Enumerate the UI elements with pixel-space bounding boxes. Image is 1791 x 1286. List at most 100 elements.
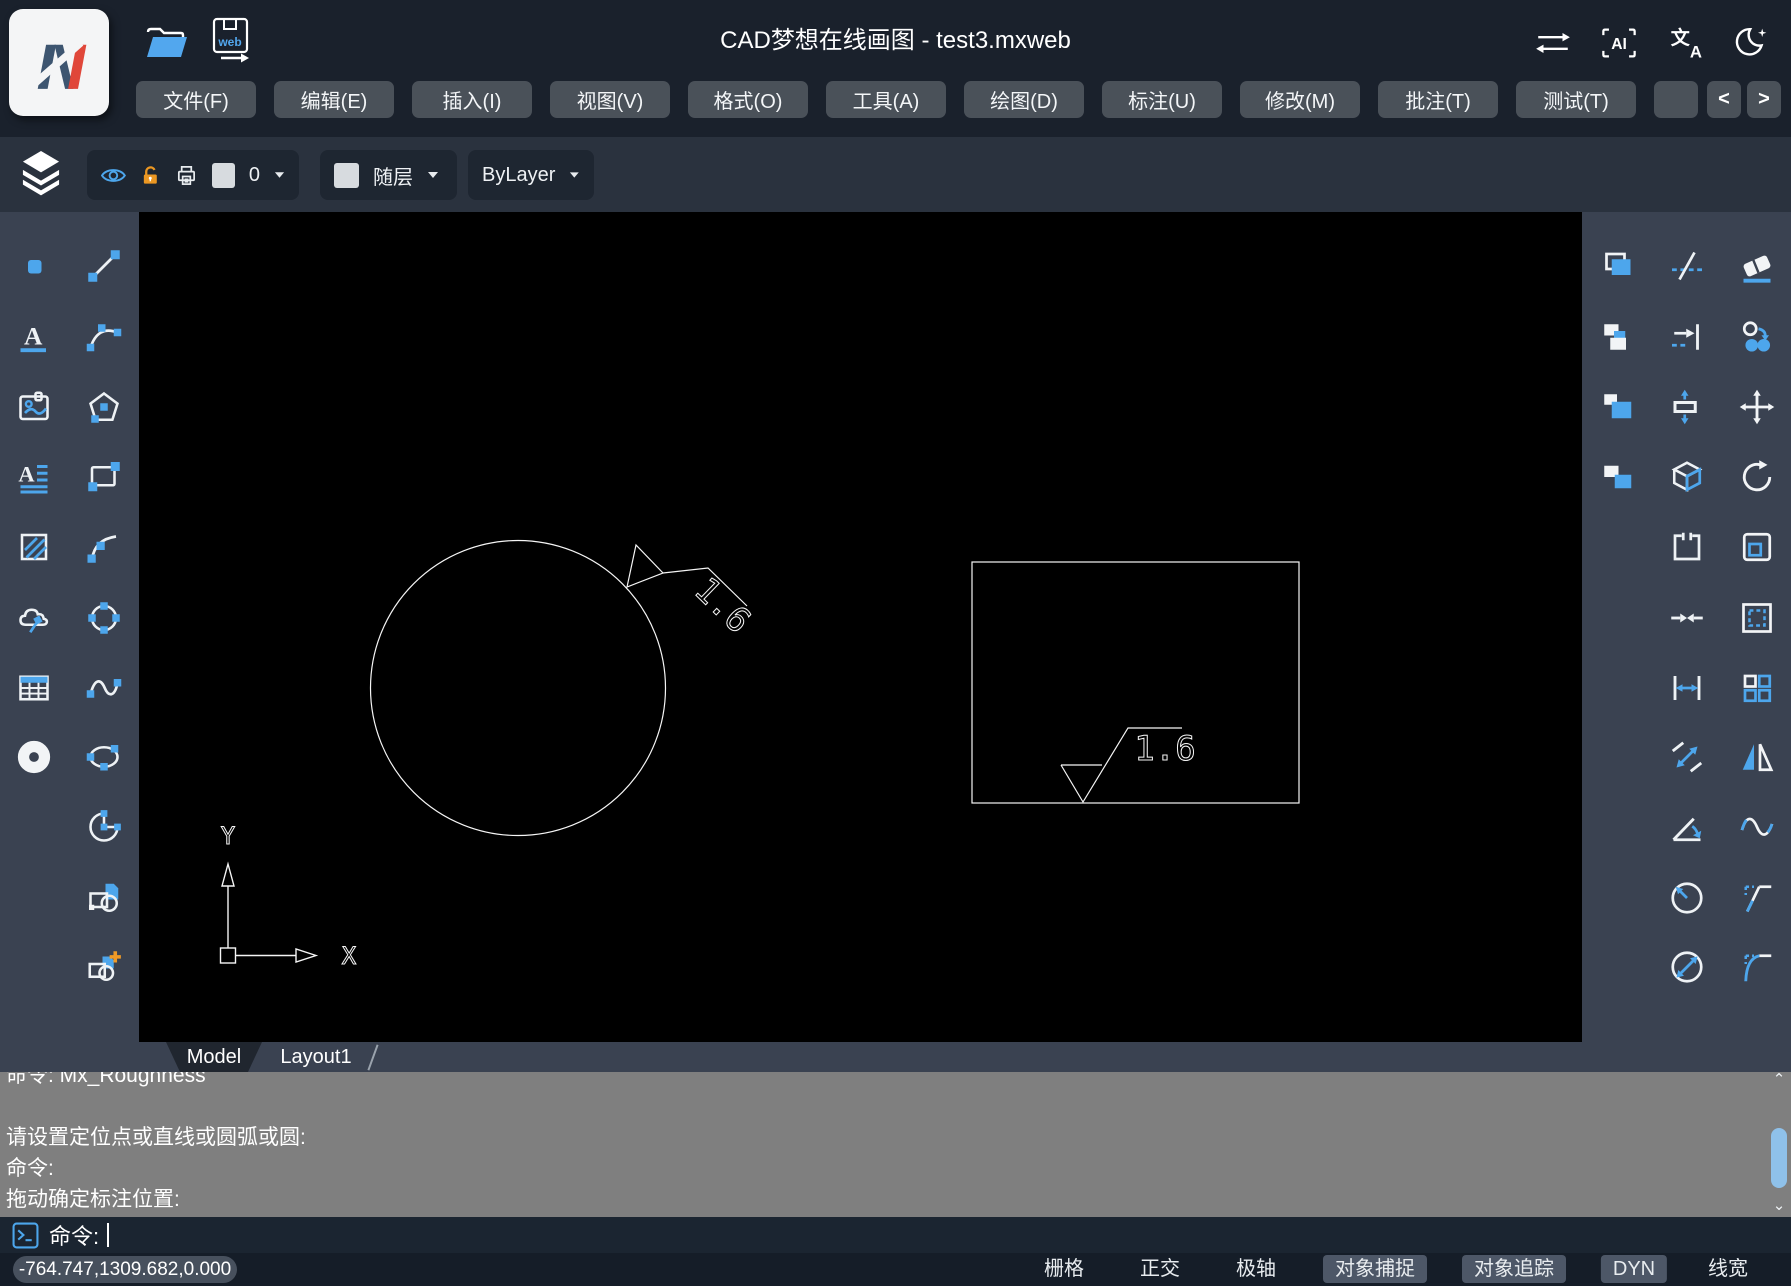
tool-image[interactable] [11,384,57,430]
tool-revision-cloud[interactable] [11,595,57,641]
block-insert-icon [86,880,122,916]
tool-spline[interactable] [81,665,127,711]
tool-break[interactable] [1664,524,1710,570]
menu-item-edit[interactable]: 编辑(E) [274,81,394,118]
tool-donut[interactable] [11,734,57,780]
tool-measure-diameter[interactable] [1664,944,1710,990]
tool-explode[interactable] [1664,454,1710,500]
toggle-polar[interactable]: 极轴 [1236,1255,1276,1283]
tool-point[interactable] [11,243,57,289]
menu-item-draw[interactable]: 绘图(D) [964,81,1084,118]
dark-mode-button[interactable] [1731,22,1773,64]
toggle-object-track[interactable]: 对象追踪 [1462,1255,1566,1283]
tool-trim[interactable] [1664,243,1710,289]
mtext-icon [16,459,52,495]
tool-erase[interactable] [1734,243,1780,289]
tool-table[interactable] [11,665,57,711]
tool-draw-order-above[interactable] [1594,314,1640,360]
tool-block-create[interactable] [81,944,127,990]
tool-measure-align[interactable] [1664,734,1710,780]
tool-arc[interactable] [81,314,127,360]
command-history[interactable]: 命令: Mx_Roughness 请设置定位点或直线或圆弧或圆: 命令: 拖动确… [0,1072,1791,1217]
tool-polygon[interactable] [81,384,127,430]
tool-draw-order-below[interactable] [1594,384,1640,430]
menu-item-dimension[interactable]: 标注(U) [1102,81,1222,118]
tool-text[interactable] [11,314,57,360]
toggle-lineweight[interactable]: 线宽 [1708,1255,1748,1283]
menu-item-view[interactable]: 视图(V) [550,81,670,118]
menu-item-overflow[interactable] [1654,81,1698,118]
unlock-icon[interactable] [140,164,161,187]
tool-edit-spline[interactable] [1734,804,1780,850]
tool-mirror[interactable] [1734,734,1780,780]
tool-polyline[interactable] [81,524,127,570]
layer-color-swatch[interactable] [211,162,235,188]
current-color-swatch [334,162,359,188]
color-select-group[interactable]: 随层 [320,150,457,200]
command-scrollbar[interactable]: ⌃ ⌄ [1769,1072,1789,1214]
tool-line[interactable] [81,243,127,289]
image-icon [16,389,52,425]
tool-fillet[interactable] [1734,944,1780,990]
tool-ellipse[interactable] [81,734,127,780]
drawing-canvas[interactable]: 1.6 1.6 Y X [139,212,1582,1042]
toggle-dyn[interactable]: DYN [1600,1255,1668,1283]
scrollbar-thumb[interactable] [1771,1128,1787,1188]
tab-layout1[interactable]: Layout1 [266,1042,366,1072]
tool-move[interactable] [1734,384,1780,430]
menu-scroll-left-button[interactable]: < [1707,81,1741,118]
linetype-select-group[interactable]: ByLayer [468,150,594,200]
menu-item-format[interactable]: 格式(O) [688,81,808,118]
tool-measure-angle[interactable] [1664,804,1710,850]
tool-array[interactable] [1734,665,1780,711]
explode-icon [1669,459,1705,495]
scroll-down-icon[interactable]: ⌄ [1771,1198,1787,1213]
menu-scroll-right-button[interactable]: > [1747,81,1781,118]
tool-scale[interactable] [1734,595,1780,641]
tool-block-insert[interactable] [81,875,127,921]
tool-copy[interactable] [1734,314,1780,360]
language-button[interactable]: 文 A [1666,22,1708,64]
tab-model[interactable]: Model [166,1042,262,1072]
tool-hatch[interactable] [11,524,57,570]
tool-rectangle[interactable] [81,454,127,500]
tool-circle[interactable] [81,595,127,641]
tool-draw-order-back[interactable] [1594,454,1640,500]
tool-arc-pie[interactable] [81,804,127,850]
draw-order-back-icon [1599,459,1635,495]
layer-caret-down-icon[interactable] [274,171,285,179]
printer-icon[interactable] [175,163,198,188]
menu-item-annotate[interactable]: 批注(T) [1378,81,1498,118]
toggle-object-snap[interactable]: 对象捕捉 [1323,1255,1427,1283]
swap-layout-button[interactable] [1532,22,1574,64]
tool-stretch[interactable] [1664,384,1710,430]
menu-item-insert[interactable]: 插入(I) [412,81,532,118]
menu-item-tools[interactable]: 工具(A) [826,81,946,118]
tool-measure-distance[interactable] [1664,665,1710,711]
layer-manager-button[interactable] [18,149,64,199]
current-linetype-value: ByLayer [482,163,556,186]
tool-offset[interactable] [1734,524,1780,570]
tool-extend[interactable] [1664,314,1710,360]
tool-draw-order-front[interactable] [1594,243,1640,289]
ai-button[interactable]: AI [1598,22,1640,64]
tool-mtext[interactable] [11,454,57,500]
layout-tab-bar: Model Layout1 [0,1042,1791,1072]
measure-align-icon [1669,739,1705,775]
scroll-up-icon[interactable]: ⌃ [1771,1072,1787,1087]
tool-rotate[interactable] [1734,454,1780,500]
dark-mode-icon [1735,27,1767,56]
menu-item-test[interactable]: 测试(T) [1516,81,1636,118]
tool-join[interactable] [1664,595,1710,641]
tool-measure-radius[interactable] [1664,875,1710,921]
menu-item-file[interactable]: 文件(F) [136,81,256,118]
toggle-grid[interactable]: 栅格 [1044,1255,1084,1283]
ucs-x-label: X [342,942,357,970]
menu-item-modify[interactable]: 修改(M) [1240,81,1360,118]
linetype-caret-down-icon [570,172,580,178]
command-input-row[interactable]: 命令: [0,1217,1791,1253]
eye-icon[interactable] [101,165,126,186]
tool-chamfer[interactable] [1734,875,1780,921]
measure-distance-icon [1669,670,1705,706]
toggle-ortho[interactable]: 正交 [1140,1255,1180,1283]
